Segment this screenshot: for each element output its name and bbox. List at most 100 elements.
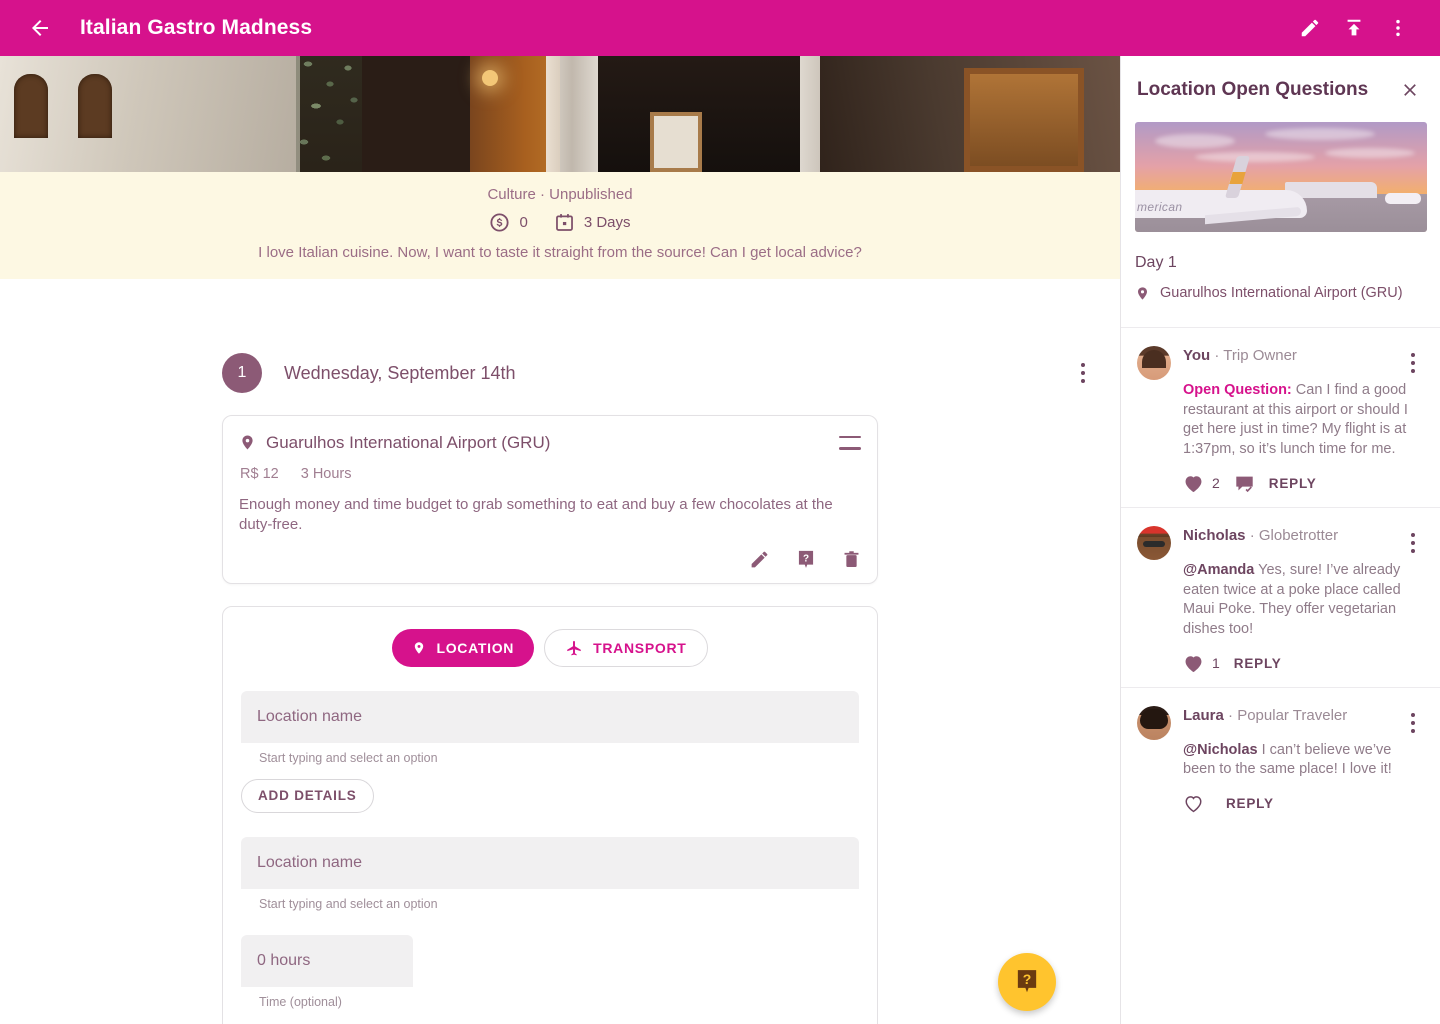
- svg-text:?: ?: [803, 553, 809, 564]
- airplane-icon: [567, 640, 581, 655]
- reply-button[interactable]: REPLY: [1234, 656, 1282, 671]
- open-questions-panel: Location Open Questions merican Day 1 Gu…: [1120, 56, 1440, 1024]
- comment-item: Nicholas · Globetrotter @Amanda Yes, sur…: [1121, 506, 1440, 687]
- trip-duration: 3 Days: [554, 212, 631, 233]
- location-card-header: Guarulhos International Airport (GRU): [239, 432, 861, 453]
- location-card-time: 3 Hours: [300, 466, 352, 482]
- pencil-icon: [751, 551, 768, 568]
- location-thumbnail: merican: [1135, 122, 1427, 232]
- comment-item: Laura · Popular Traveler @Nicholas I can…: [1121, 686, 1440, 827]
- comment-actions: REPLY: [1183, 794, 1426, 813]
- reply-button[interactable]: REPLY: [1269, 476, 1317, 491]
- svg-text:?: ?: [1023, 971, 1032, 987]
- appbar-overflow-menu[interactable]: [1376, 6, 1420, 50]
- itinerary: 1 Wednesday, September 14th Guarulhos In…: [0, 353, 1120, 1024]
- comment-body: Laura · Popular Traveler @Nicholas I can…: [1183, 706, 1426, 813]
- avatar: [1137, 525, 1171, 560]
- panel-header: Location Open Questions: [1121, 56, 1440, 104]
- open-questions-fab[interactable]: ?: [998, 953, 1056, 1011]
- location-card-cost: R$ 12: [240, 466, 279, 482]
- tab-location[interactable]: LOCATION: [392, 628, 535, 667]
- hero-window: [78, 74, 112, 138]
- day-number-badge: 1: [222, 353, 262, 393]
- tab-transport[interactable]: TRANSPORT: [544, 628, 708, 667]
- comment-overflow-menu[interactable]: [1400, 346, 1426, 380]
- drag-handle-icon[interactable]: [839, 435, 861, 450]
- panel-title: Location Open Questions: [1137, 79, 1369, 100]
- location-name-input-2[interactable]: Location name: [241, 836, 859, 889]
- comment-header: You · Trip Owner: [1183, 346, 1426, 380]
- trip-stats: 0 3 Days: [0, 212, 1120, 233]
- heart-filled-icon: [1185, 476, 1202, 493]
- cloud: [1155, 134, 1235, 148]
- comment-author-line: Nicholas · Globetrotter: [1183, 526, 1400, 546]
- comment-author: Laura: [1183, 706, 1224, 724]
- cloud: [1265, 128, 1375, 140]
- cloud: [1325, 148, 1415, 158]
- location-card-notes: Enough money and time budget to grab som…: [239, 496, 833, 533]
- comment-body: You · Trip Owner Open Question: Can I fi…: [1183, 346, 1426, 493]
- location-pin-icon: [415, 641, 424, 654]
- location-question-button[interactable]: ?: [796, 549, 816, 571]
- location-name-input-1[interactable]: Location name: [241, 690, 859, 743]
- location-name-helper-1: Start typing and select an option: [259, 750, 438, 765]
- main-content: Culture · Unpublished 0 3 Days I love It: [0, 56, 1120, 1024]
- money-badge-icon: [490, 213, 510, 232]
- dot: [1081, 379, 1085, 383]
- like-button[interactable]: [1183, 474, 1204, 493]
- reply-button[interactable]: REPLY: [1226, 796, 1274, 811]
- publish-button[interactable]: [1332, 6, 1376, 50]
- location-card[interactable]: Guarulhos International Airport (GRU) R$…: [222, 415, 878, 584]
- panel-day-label: Day 1: [1135, 254, 1177, 271]
- location-pin-icon: [1138, 287, 1147, 300]
- tab-location-label: LOCATION: [436, 639, 515, 656]
- time-input[interactable]: 0 hours: [241, 934, 413, 987]
- amount-currency-row: 0.0 USD: [241, 1009, 859, 1024]
- avatar-image: [1137, 525, 1171, 560]
- comment-author: Nicholas: [1183, 526, 1246, 544]
- comment-overflow-menu[interactable]: [1400, 706, 1426, 740]
- comment-header: Laura · Popular Traveler: [1183, 706, 1426, 740]
- back-button[interactable]: [20, 8, 60, 48]
- answer-button[interactable]: [1234, 474, 1255, 493]
- comment-check-icon: [1236, 476, 1253, 493]
- trip-duration-value: 3 Days: [583, 214, 631, 231]
- comment-overflow-menu[interactable]: [1400, 526, 1426, 560]
- comment-separator: ·: [1214, 347, 1220, 364]
- day-date-label: Wednesday, September 14th: [284, 362, 516, 383]
- page-title: Italian Gastro Madness: [80, 16, 313, 39]
- hero-easel: [650, 112, 702, 172]
- like-button[interactable]: [1183, 794, 1204, 813]
- comment-role: Popular Traveler: [1237, 706, 1348, 724]
- comment-author-line: Laura · Popular Traveler: [1183, 706, 1400, 726]
- avatar-image: [1137, 346, 1171, 380]
- tab-transport-label: TRANSPORT: [593, 639, 687, 656]
- avatar-image: [1137, 705, 1171, 740]
- trip-description: I love Italian cuisine. Now, I want to t…: [258, 244, 862, 261]
- day-header: 1 Wednesday, September 14th: [0, 353, 1120, 393]
- location-name-placeholder-1: Location name: [257, 707, 362, 725]
- comment-separator: ·: [1249, 526, 1255, 544]
- panel-close-button[interactable]: [1396, 76, 1424, 104]
- trash-icon: [844, 551, 859, 568]
- like-button[interactable]: [1183, 654, 1204, 673]
- dot: [1081, 371, 1085, 375]
- comment-body: Nicholas · Globetrotter @Amanda Yes, sur…: [1183, 526, 1426, 673]
- comment-header: Nicholas · Globetrotter: [1183, 526, 1426, 560]
- add-details-button[interactable]: ADD DETAILS: [241, 778, 374, 813]
- location-card-actions: ?: [239, 549, 861, 571]
- close-icon: [1404, 84, 1416, 96]
- cloud: [1195, 152, 1315, 162]
- comment-role: Globetrotter: [1258, 526, 1339, 544]
- edit-trip-button[interactable]: [1288, 6, 1332, 50]
- location-delete-button[interactable]: [842, 549, 861, 570]
- comment-text: @Amanda Yes, sure! I’ve already eaten tw…: [1183, 561, 1426, 640]
- calendar-icon: [555, 214, 573, 231]
- location-edit-button[interactable]: [749, 549, 770, 570]
- comment-actions: 1 REPLY: [1183, 654, 1426, 673]
- comment-role: Trip Owner: [1223, 347, 1297, 364]
- plane-livery-text: merican: [1137, 200, 1183, 214]
- day-overflow-menu[interactable]: [1070, 356, 1096, 390]
- hero-window: [14, 74, 48, 138]
- hero-ivy: [296, 56, 362, 172]
